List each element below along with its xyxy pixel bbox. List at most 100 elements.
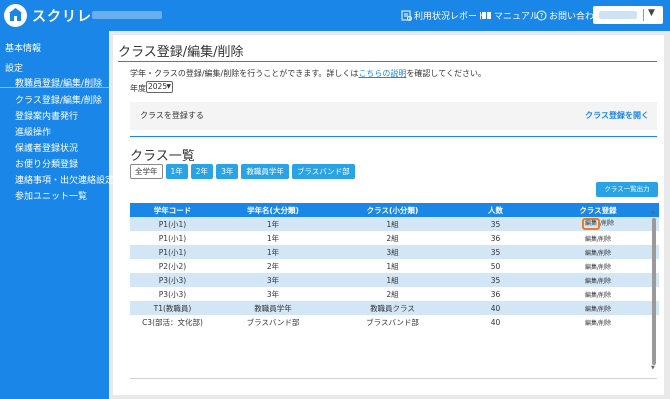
cell-count: 36 <box>454 287 537 301</box>
cell-class-name: 1組 <box>331 217 454 231</box>
col-grade-code[interactable]: 学年コード <box>130 203 215 217</box>
manual-link[interactable]: マニュアル <box>481 9 539 22</box>
delete-link[interactable]: 削除 <box>599 236 611 243</box>
user-name-blurred <box>599 11 637 19</box>
edit-link[interactable]: 編集 <box>585 264 597 271</box>
sidebar-item-guide[interactable]: 登録案内書発行 <box>15 109 78 122</box>
year-label: 年度 <box>130 84 146 93</box>
sidebar: 基本情報 設定 教職員登録/編集/削除 クラス登録/編集/削除 登録案内書発行 … <box>0 31 114 399</box>
register-class-panel: クラスを登録する クラス登録を開く <box>130 102 657 130</box>
help-link[interactable]: こちらの説明 <box>358 69 406 78</box>
cell-class-name: 教職員クラス <box>331 301 454 315</box>
cell-grade-name: 教職員学年 <box>215 301 331 315</box>
sidebar-item-units[interactable]: 参加ユニット一覧 <box>15 189 87 202</box>
sidebar-settings[interactable]: 設定 <box>5 61 23 74</box>
sidebar-item-staff[interactable]: 教職員登録/編集/削除 <box>15 76 102 89</box>
edit-link[interactable]: 編集 <box>585 320 597 327</box>
sidebar-item-guardians[interactable]: 保護者登録状況 <box>15 141 78 154</box>
description: 学年・クラスの登録/編集/削除を行うことができます。詳しくはこちらの説明を確認し… <box>130 69 486 78</box>
usage-report-link[interactable]: 利用状況レポート <box>401 9 486 22</box>
chevron-down-icon: ▼ <box>166 83 171 90</box>
cell-grade-name: 2年 <box>215 259 331 273</box>
delete-link[interactable]: 削除 <box>599 292 611 299</box>
col-grade-name[interactable]: 学年名(大分類) <box>215 203 331 217</box>
scroll-down-icon[interactable]: ▼ <box>651 365 655 371</box>
edit-link[interactable]: 編集 <box>585 278 597 285</box>
scroll-up-icon[interactable]: ▲ <box>651 209 655 215</box>
table-row: C3(部活：文化部) ブラスバンド部 ブラスバンド部 40 編集/削除 <box>130 315 659 329</box>
edit-link[interactable]: 編集 <box>585 292 597 299</box>
filter-grade-2[interactable]: 2年 <box>190 164 214 179</box>
app-name[interactable]: スクリレ <box>32 6 92 26</box>
filter-staff-grade[interactable]: 教職員学年 <box>241 164 289 179</box>
cell-class-name: ブラスバンド部 <box>331 315 454 329</box>
report-icon <box>401 10 412 21</box>
cell-count: 50 <box>454 259 537 273</box>
col-count[interactable]: 人数 <box>454 203 537 217</box>
cell-grade-name: 1年 <box>215 245 331 259</box>
delete-link[interactable]: 削除 <box>599 250 611 257</box>
cell-grade-name: 3年 <box>215 273 331 287</box>
delete-link[interactable]: 削除 <box>602 220 614 227</box>
table-row: P1(小1) 1年 3組 35 編集/削除 <box>130 245 659 259</box>
export-class-list-button[interactable]: クラス一覧出力 <box>596 182 658 197</box>
table-row: P1(小1) 1年 2組 36 編集/削除 <box>130 231 659 245</box>
cell-actions: 編集/削除 <box>537 245 659 259</box>
svg-text:?: ? <box>540 12 544 20</box>
help-circle-icon: ? <box>536 10 547 21</box>
cell-actions: 編集/削除 <box>537 231 659 245</box>
cell-actions: 編集/削除 <box>537 273 659 287</box>
edit-link[interactable]: 編集 <box>585 236 597 243</box>
cell-count: 35 <box>454 273 537 287</box>
col-class-name[interactable]: クラス(小分類) <box>331 203 454 217</box>
table-row: P3(小3) 3年 1組 35 編集/削除 <box>130 273 659 287</box>
cell-count: 40 <box>454 315 537 329</box>
edit-link[interactable]: 編集 <box>585 250 597 257</box>
sidebar-basic-info[interactable]: 基本情報 <box>5 41 41 54</box>
cell-class-name: 3組 <box>331 245 454 259</box>
chevron-down-icon: ▼ <box>648 8 655 18</box>
delete-link[interactable]: 削除 <box>599 306 611 313</box>
cell-grade-code: P3(小3) <box>130 287 215 301</box>
cell-actions: 編集/削除 <box>537 315 659 329</box>
register-class-open-link[interactable]: クラス登録を開く <box>585 110 649 121</box>
table-header-row: 学年コード 学年名(大分類) クラス(小分類) 人数 クラス登録 <box>130 203 659 217</box>
manual-label: マニュアル <box>494 12 539 22</box>
cell-grade-code: P3(小3) <box>130 273 215 287</box>
cell-count: 35 <box>454 245 537 259</box>
table-row: T1(教職員) 教職員学年 教職員クラス 40 編集/削除 <box>130 301 659 315</box>
cell-grade-name: 1年 <box>215 231 331 245</box>
cell-class-name: 2組 <box>331 231 454 245</box>
app-logo-icon[interactable] <box>4 4 27 27</box>
vertical-scrollbar[interactable] <box>652 218 656 365</box>
sidebar-item-class[interactable]: クラス登録/編集/削除 <box>15 93 102 106</box>
school-name-blurred <box>92 11 162 19</box>
sidebar-item-promotion[interactable]: 進級操作 <box>15 125 51 138</box>
filter-grade-1[interactable]: 1年 <box>165 164 188 179</box>
sidebar-item-letters[interactable]: お便り分類登録 <box>15 157 78 170</box>
user-dropdown[interactable]: ▼ <box>593 6 663 24</box>
filter-grade-3[interactable]: 3年 <box>216 164 239 179</box>
delete-link[interactable]: 削除 <box>599 278 611 285</box>
delete-link[interactable]: 削除 <box>599 320 611 327</box>
cell-class-name: 1組 <box>331 273 454 287</box>
filter-all-grades[interactable]: 全学年 <box>130 164 163 179</box>
cell-class-name: 1組 <box>331 259 454 273</box>
cell-grade-code: P1(小1) <box>130 217 215 231</box>
class-list-title: クラス一覧 <box>130 149 195 164</box>
edit-link[interactable]: 編集 <box>585 306 597 313</box>
edit-link[interactable]: 編集 <box>581 218 600 230</box>
filter-brass-band[interactable]: ブラスバンド部 <box>291 164 355 179</box>
delete-link[interactable]: 削除 <box>599 264 611 271</box>
top-header: スクリレ 利用状況レポート マニュアル ? お問い合わせ ▼ <box>0 0 670 31</box>
cell-grade-name: 3年 <box>215 287 331 301</box>
cell-grade-code: P2(小2) <box>130 259 215 273</box>
sidebar-item-attendance[interactable]: 連絡事項・出欠連絡設定 <box>15 173 114 186</box>
table-row: P3(小3) 3年 2組 36 編集/削除 <box>130 287 659 301</box>
cell-actions: 編集/削除 <box>537 217 659 231</box>
usage-report-label: 利用状況レポート <box>414 12 487 22</box>
cell-actions: 編集/削除 <box>537 301 659 315</box>
book-icon <box>481 10 492 21</box>
year-select[interactable]: 2025 ▼ <box>146 81 173 93</box>
cell-grade-code: P1(小1) <box>130 245 215 259</box>
